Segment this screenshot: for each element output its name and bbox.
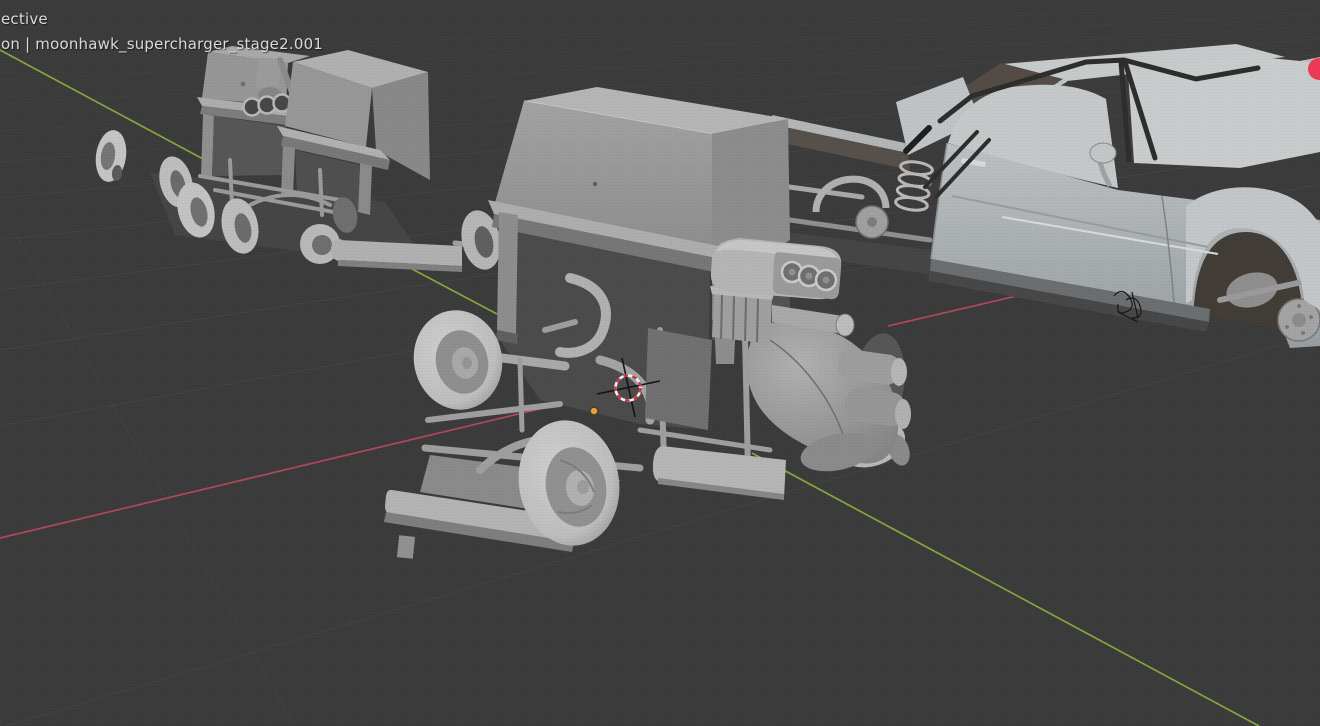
viewport-canvas[interactable] bbox=[0, 0, 1320, 726]
blender-3d-viewport[interactable]: ective on | moonhawk_supercharger_stage2… bbox=[0, 0, 1320, 726]
viewport-dither bbox=[0, 0, 1320, 726]
